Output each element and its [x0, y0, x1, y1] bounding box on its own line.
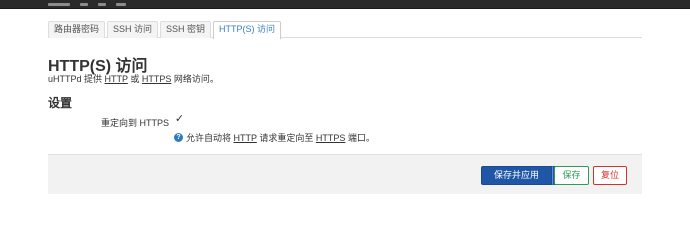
- save-apply-button[interactable]: 保存并应用: [481, 166, 552, 185]
- tab-ssh-keys[interactable]: SSH 密钥: [160, 21, 212, 38]
- desc-or: 或: [127, 74, 142, 84]
- help-http-abbr: HTTP: [233, 133, 257, 143]
- desc-prefix: uHTTPd 提供: [48, 74, 105, 84]
- help-text: 允许自动将 HTTP 请求重定向至 HTTPS 端口。: [186, 131, 375, 144]
- help-prefix: 允许自动将: [186, 133, 234, 143]
- redirect-https-label: 重定向到 HTTPS: [101, 118, 170, 128]
- help-suffix: 端口。: [345, 133, 375, 143]
- reset-button[interactable]: 复位: [593, 166, 627, 185]
- section-title: 设置: [48, 96, 73, 110]
- desc-suffix: 网络访问。: [171, 74, 219, 84]
- page-description: uHTTPd 提供 HTTP 或 HTTPS 网络访问。: [48, 72, 219, 85]
- save-button[interactable]: 保存: [554, 166, 589, 185]
- help-https-abbr: HTTPS: [315, 133, 346, 143]
- navbar-menu-cutoff: [48, 0, 126, 6]
- redirect-https-help: ? 允许自动将 HTTP 请求重定向至 HTTPS 端口。: [174, 131, 375, 144]
- tab-router-password[interactable]: 路由器密码: [48, 21, 106, 38]
- redirect-https-checkbox[interactable]: ✓: [174, 114, 185, 125]
- help-mid: 请求重定向至: [256, 133, 316, 143]
- desc-https-abbr: HTTPS: [141, 74, 172, 84]
- tab-ssh-access[interactable]: SSH 访问: [107, 21, 159, 38]
- top-navbar: [0, 0, 690, 9]
- form-actions-bar: 保存并应用 ▾ 保存 复位: [48, 154, 642, 194]
- tab-https-access[interactable]: HTTP(S) 访问: [213, 21, 282, 39]
- desc-http-abbr: HTTP: [104, 74, 128, 84]
- help-icon: ?: [174, 133, 183, 142]
- tab-bar: 路由器密码 SSH 访问 SSH 密钥 HTTP(S) 访问: [48, 21, 642, 39]
